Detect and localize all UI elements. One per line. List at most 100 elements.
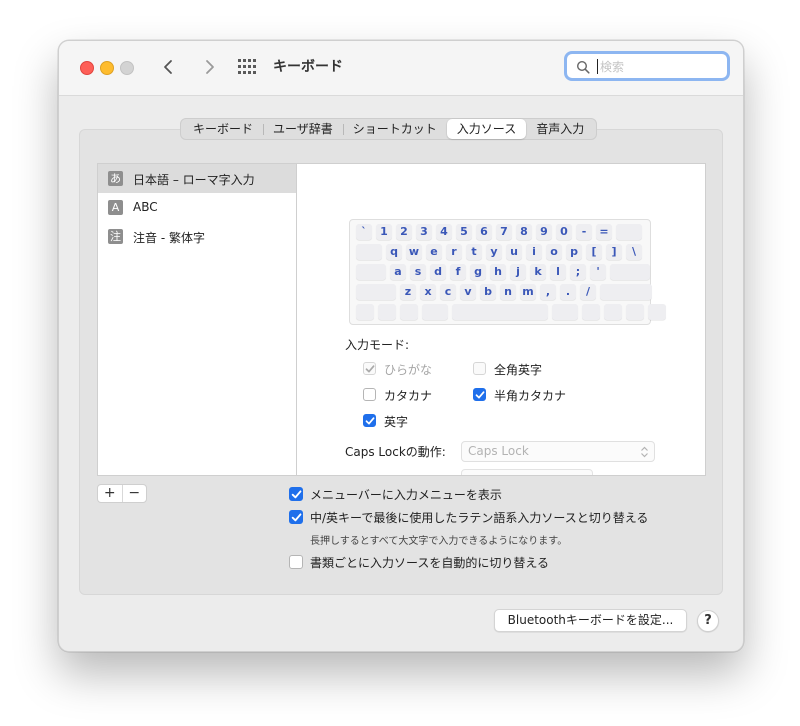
checkmark-icon [365,417,375,425]
tab-input-sources[interactable]: 入力ソース [446,119,527,139]
key: 9 [536,224,552,240]
key: 0 [556,224,572,240]
command-key [422,304,448,320]
arrow-right-key [648,304,666,320]
checkmark-icon [291,490,302,499]
search-field[interactable]: 検索 [564,51,730,81]
key: t [466,244,482,260]
checkmark-icon [475,391,485,399]
tab-user-dictionary[interactable]: ユーザ辞書 [263,119,343,139]
input-source-list: あ 日本語 – ローマ字入力 A ABC 注 注音 - 繁体字 [97,163,299,476]
tab-dictation[interactable]: 音声入力 [526,119,594,139]
key: u [506,244,522,260]
input-mode-label: 入力モード: [345,338,410,352]
tab-bar: キーボード ユーザ辞書 ショートカット 入力ソース 音声入力 [180,118,598,140]
help-button[interactable]: ? [697,610,719,632]
key: v [460,284,476,300]
key: . [560,284,576,300]
tab-keyboard[interactable]: キーボード [183,119,263,139]
list-item-label: 注音 - 繁体字 [133,231,205,245]
switch-latin-label: 中/英キーで最後に使用したラテン語系入力ソースと切り替える [310,511,649,525]
katakana-checkbox[interactable] [363,388,376,401]
shift-key-left [356,284,396,300]
caps-lock-key [356,264,386,280]
return-key [610,264,650,280]
setup-bluetooth-keyboard-button[interactable]: Bluetoothキーボードを設定... [494,609,687,632]
back-button[interactable] [157,55,181,79]
key: 1 [376,224,392,240]
key: ` [356,224,372,240]
minimize-window-button[interactable] [100,61,114,75]
search-placeholder: 検索 [600,60,625,74]
list-item-zhuyin[interactable]: 注 注音 - 繁体字 [98,222,298,251]
key: ' [590,264,606,280]
eiji-checkbox[interactable] [363,414,376,427]
show-input-menu-checkbox[interactable] [289,487,303,501]
key: 8 [516,224,532,240]
list-item-abc[interactable]: A ABC [98,193,298,222]
key: = [596,224,612,240]
caps-lock-popup[interactable]: Caps Lock [461,441,655,462]
add-remove-control: + − [97,484,147,503]
key: 5 [456,224,472,240]
checkmark-icon [365,365,375,373]
zhuyin-icon: 注 [108,229,123,244]
switch-latin-note: 長押しするとすべて大文字で入力できるようになります。 [310,536,568,547]
key: \ [626,244,642,260]
zenkaku-eiji-checkbox [473,362,486,375]
tab-shortcuts[interactable]: ショートカット [342,119,447,139]
key: r [446,244,462,260]
key: o [546,244,562,260]
key: d [430,264,446,280]
key: f [450,264,466,280]
key: m [520,284,536,300]
caps-lock-behavior-label: Caps Lockの動作: [345,445,446,459]
forward-button[interactable] [197,55,221,79]
add-source-button[interactable]: + [98,485,122,502]
key: / [580,284,596,300]
list-item-label: 日本語 – ローマ字入力 [133,173,255,187]
letter-a-icon: A [108,200,123,215]
key: s [410,264,426,280]
hankaku-katakana-label: 半角カタカナ [494,389,567,403]
search-icon [576,60,590,74]
command-key-right [552,304,578,320]
hiragana-label: ひらがな [384,363,433,377]
preferences-window: キーボード 検索 キーボード ユーザ辞書 ショートカット 入力ソース 音声入力 … [58,40,744,652]
tab-key [356,244,382,260]
shift-key-right [600,284,652,300]
key: , [540,284,556,300]
remove-source-button[interactable]: − [121,485,147,502]
show-all-grid-icon[interactable] [237,58,257,76]
secondary-popup [461,469,593,475]
auto-switch-label: 書類ごとに入力ソースを自動的に切り替える [310,556,550,570]
toolbar: キーボード 検索 [59,41,743,96]
window-title: キーボード [273,59,343,75]
hiragana-a-icon: あ [108,171,123,186]
eiji-label: 英字 [384,415,409,429]
hankaku-katakana-checkbox[interactable] [473,388,486,401]
key: x [420,284,436,300]
key: 7 [496,224,512,240]
fn-key [356,304,374,320]
list-item-japanese-romaji[interactable]: あ 日本語 – ローマ字入力 [98,164,298,193]
switch-latin-checkbox[interactable] [289,510,303,524]
key: 2 [396,224,412,240]
key: k [530,264,546,280]
key: w [406,244,422,260]
space-key [452,304,548,320]
text-cursor [597,59,598,74]
key: j [510,264,526,280]
close-window-button[interactable] [80,61,94,75]
key: ; [570,264,586,280]
delete-key [616,224,642,240]
key: n [500,284,516,300]
show-input-menu-label: メニューバーに入力メニューを表示 [310,488,502,502]
key: ] [606,244,622,260]
key: 6 [476,224,492,240]
key: g [470,264,486,280]
auto-switch-checkbox[interactable] [289,555,303,569]
source-detail-pane: ` 1 2 3 4 5 6 7 8 9 0 - = q w e r t y u … [296,163,706,476]
key: a [390,264,406,280]
key: 3 [416,224,432,240]
